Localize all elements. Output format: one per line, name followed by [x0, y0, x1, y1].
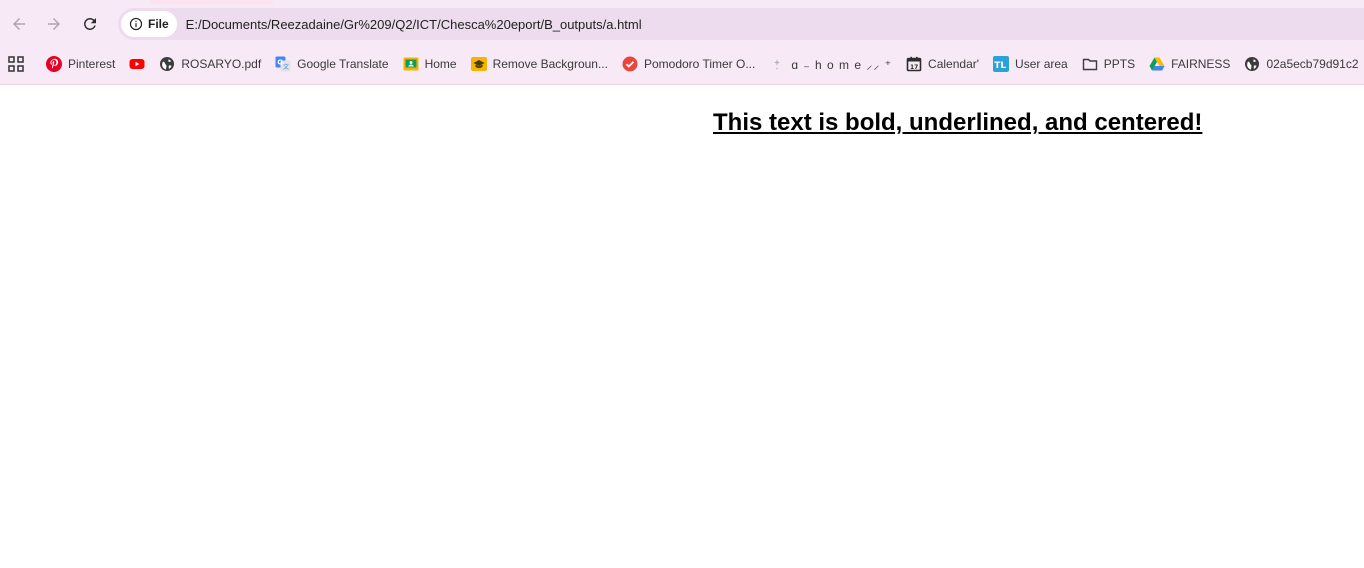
bookmark-label: ROSARYO.pdf	[181, 57, 262, 71]
bookmark-label: 02a5ecb79d91c2	[1266, 57, 1359, 71]
bookmark-pinterest[interactable]: Pinterest	[40, 50, 123, 78]
google-translate-icon: G文	[275, 56, 291, 72]
bookmark-label: Home	[424, 57, 457, 71]
bookmark-calendar[interactable]: 17 Calendar'	[900, 50, 987, 78]
browser-chrome: File E:/Documents/Reezadaine/Gr%209/Q2/I…	[0, 0, 1364, 85]
bookmark-home[interactable]: Home	[397, 50, 465, 78]
bookmark-label: Pomodoro Timer O...	[643, 57, 756, 71]
sparkle-icon	[769, 56, 785, 72]
bookmark-label: Pinterest	[68, 57, 116, 71]
bookmark-user-area[interactable]: TL User area	[987, 50, 1076, 78]
tl-icon: TL	[993, 56, 1010, 72]
site-info-chip[interactable]: File	[121, 11, 177, 37]
youtube-icon	[129, 56, 145, 72]
bookmark-home-aesthetic[interactable]: ɑ ₋ h o m e ⸝⸝ ⁺	[763, 50, 900, 78]
arrow-left-icon	[13, 18, 25, 30]
globe-icon	[159, 56, 175, 72]
bookmark-youtube[interactable]	[123, 50, 153, 78]
info-icon	[129, 17, 143, 31]
bookmark-label: PPTS	[1103, 57, 1136, 71]
bookmark-label: Google Translate	[297, 57, 389, 71]
svg-text:文: 文	[283, 63, 289, 71]
check-circle-icon	[622, 56, 638, 72]
reload-button[interactable]	[76, 10, 104, 38]
page-heading: This text is bold, underlined, and cente…	[713, 109, 1203, 136]
apps-grid-icon	[8, 56, 24, 72]
bookmark-hash-link[interactable]: 02a5ecb79d91c2	[1238, 50, 1364, 78]
bookmarks-bar: Pinterest ROSARYO.pdf G文 Google Translat…	[0, 44, 1364, 84]
bookmark-folder-ppts[interactable]: PPTS	[1076, 50, 1143, 78]
bookmark-rosaryo-pdf[interactable]: ROSARYO.pdf	[153, 50, 269, 78]
graduation-cap-icon	[470, 56, 487, 72]
calendar-icon: 17	[906, 56, 922, 72]
bookmark-label: ɑ ₋ h o m e ⸝⸝ ⁺	[791, 57, 893, 72]
bookmark-remove-background[interactable]: Remove Backgroun...	[465, 50, 616, 78]
pinterest-icon	[46, 56, 62, 72]
bookmark-google-translate[interactable]: G文 Google Translate	[269, 50, 396, 78]
folder-icon	[1082, 56, 1098, 72]
bookmark-pomodoro-timer[interactable]: Pomodoro Timer O...	[616, 50, 763, 78]
bookmark-label: Remove Backgroun...	[492, 57, 608, 71]
arrow-right-icon	[48, 18, 60, 30]
bookmark-label: User area	[1015, 57, 1068, 71]
apps-button[interactable]	[8, 50, 24, 78]
url-text[interactable]: E:/Documents/Reezadaine/Gr%209/Q2/ICT/Ch…	[186, 17, 642, 32]
svg-text:TL: TL	[994, 61, 1006, 71]
google-drive-icon	[1149, 56, 1165, 72]
site-chip-label: File	[148, 17, 169, 31]
bookmark-label: Calendar'	[928, 57, 980, 71]
browser-toolbar: File E:/Documents/Reezadaine/Gr%209/Q2/I…	[0, 4, 1364, 44]
back-button[interactable]	[5, 10, 33, 38]
classroom-icon	[403, 56, 419, 72]
bookmark-label: FAIRNESS	[1171, 57, 1231, 71]
address-bar[interactable]: File E:/Documents/Reezadaine/Gr%209/Q2/I…	[118, 8, 1364, 40]
globe-icon	[1244, 56, 1260, 72]
forward-button[interactable]	[40, 10, 68, 38]
svg-text:17: 17	[910, 64, 918, 71]
bookmark-fairness[interactable]: FAIRNESS	[1143, 50, 1238, 78]
reload-icon	[83, 17, 96, 30]
page-content: This text is bold, underlined, and cente…	[0, 85, 1364, 568]
